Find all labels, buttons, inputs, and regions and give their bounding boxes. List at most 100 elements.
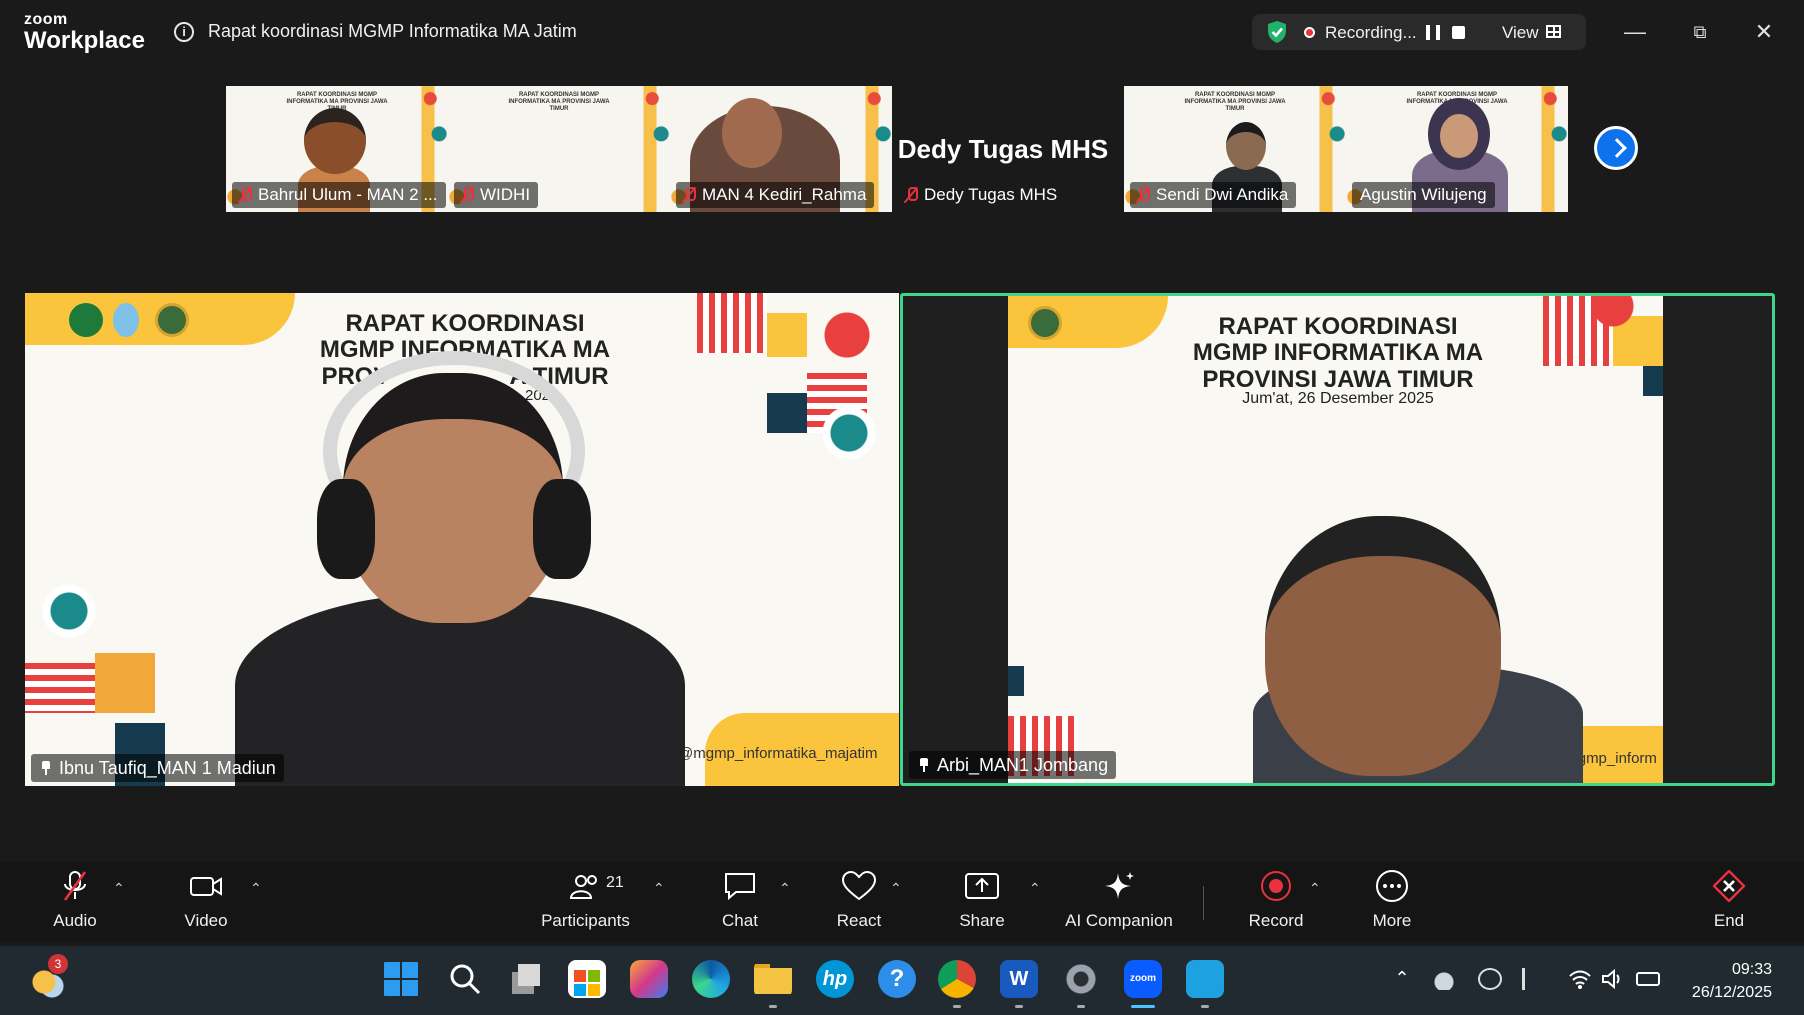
filmstrip-tile[interactable]: Dedy Tugas MHS Dedy Tugas MHS bbox=[892, 86, 1114, 212]
sync-icon[interactable] bbox=[1478, 968, 1502, 990]
participants-button[interactable]: 21 Participants bbox=[538, 870, 633, 931]
task-view-icon[interactable] bbox=[508, 960, 546, 998]
snipping-tool-icon[interactable] bbox=[1186, 960, 1224, 998]
minimize-icon[interactable]: — bbox=[1617, 14, 1653, 50]
meeting-info-icon[interactable]: i bbox=[174, 22, 194, 42]
hp-icon[interactable]: hp bbox=[816, 960, 854, 998]
muted-mic-icon bbox=[904, 186, 918, 204]
more-label: More bbox=[1372, 911, 1412, 930]
pin-icon bbox=[918, 758, 930, 772]
decorative-pattern bbox=[25, 553, 175, 786]
battery-icon[interactable] bbox=[1636, 972, 1660, 986]
avatar bbox=[304, 108, 366, 174]
edge-browser-icon[interactable] bbox=[692, 960, 730, 998]
muted-mic-icon bbox=[1136, 186, 1150, 204]
settings-gear-icon[interactable] bbox=[1062, 960, 1100, 998]
show-hidden-icons-chevron-icon[interactable]: ⌃ bbox=[1390, 968, 1414, 990]
participant-face bbox=[1440, 114, 1478, 158]
mgmp-logo-icon bbox=[1028, 306, 1062, 340]
audio-options-chevron-icon[interactable]: ⌃ bbox=[113, 880, 125, 897]
video-off-name: Dedy Tugas MHS bbox=[897, 134, 1109, 164]
filmstrip-tile[interactable]: RAPAT KOORDINASI MGMP INFORMATIKA MA PRO… bbox=[1124, 86, 1346, 212]
microphone-tray-icon[interactable] bbox=[1522, 968, 1546, 990]
chat-bubble-icon bbox=[725, 873, 755, 901]
chrome-icon[interactable] bbox=[938, 960, 976, 998]
restore-icon[interactable]: ⧉ bbox=[1682, 14, 1718, 50]
participant-name: Bahrul Ulum - MAN 2 ... bbox=[232, 182, 446, 208]
mgmp-logo-icon bbox=[155, 303, 189, 337]
zoom-meeting-window: zoom Workplace i Rapat koordinasi MGMP I… bbox=[0, 0, 1804, 1015]
title-bar: zoom Workplace i Rapat koordinasi MGMP I… bbox=[0, 0, 1804, 64]
record-button[interactable]: Record bbox=[1246, 870, 1306, 931]
word-icon[interactable]: W bbox=[1000, 960, 1038, 998]
muted-mic-icon bbox=[460, 186, 474, 204]
share-button[interactable]: Share bbox=[956, 870, 1008, 931]
react-options-chevron-icon[interactable]: ⌃ bbox=[890, 880, 902, 897]
file-explorer-icon[interactable] bbox=[754, 960, 792, 998]
system-clock[interactable]: 09:33 26/12/2025 bbox=[1692, 958, 1772, 1004]
more-button[interactable]: More bbox=[1366, 870, 1418, 931]
chat-options-chevron-icon[interactable]: ⌃ bbox=[779, 880, 791, 897]
encryption-shield-icon[interactable] bbox=[1266, 20, 1288, 44]
video-camera-icon bbox=[190, 877, 222, 896]
react-label: React bbox=[836, 911, 882, 930]
microsoft-store-icon[interactable] bbox=[568, 960, 606, 998]
muted-mic-icon bbox=[682, 186, 696, 204]
pin-icon bbox=[40, 761, 52, 775]
mini-slide-title: RAPAT KOORDINASI MGMP INFORMATIKA MA PRO… bbox=[1184, 92, 1286, 113]
recording-dot-icon bbox=[1304, 27, 1315, 38]
search-icon[interactable] bbox=[446, 960, 484, 998]
recording-panel: Recording... View bbox=[1252, 14, 1586, 50]
share-options-chevron-icon[interactable]: ⌃ bbox=[1029, 880, 1041, 897]
participant-name: Agustin Wilujeng bbox=[1352, 182, 1495, 208]
copilot-icon[interactable] bbox=[630, 960, 668, 998]
flame-logo-icon bbox=[113, 303, 139, 337]
decorative-pattern bbox=[1543, 296, 1663, 406]
participant-face bbox=[722, 98, 782, 168]
next-page-arrow-icon[interactable] bbox=[1594, 126, 1638, 170]
muted-mic-icon bbox=[238, 186, 252, 204]
close-icon[interactable]: ✕ bbox=[1746, 14, 1782, 50]
participant-name: WIDHI bbox=[454, 182, 539, 208]
view-grid-icon[interactable] bbox=[1546, 25, 1561, 38]
windows-taskbar: 3 hp ? W zoom ⌃ 09:33 26/12/2025 bbox=[0, 946, 1804, 1015]
stop-recording-icon[interactable] bbox=[1452, 26, 1465, 39]
muted-mic-icon bbox=[63, 871, 87, 901]
volume-icon[interactable] bbox=[1600, 968, 1624, 990]
chat-button[interactable]: Chat bbox=[714, 870, 766, 931]
share-label: Share bbox=[959, 911, 1005, 930]
zoom-app-icon[interactable]: zoom bbox=[1124, 960, 1162, 998]
participants-options-chevron-icon[interactable]: ⌃ bbox=[653, 880, 665, 897]
ai-companion-button[interactable]: AI Companion bbox=[1062, 870, 1176, 931]
participant-face bbox=[1226, 122, 1266, 170]
record-label: Record bbox=[1248, 911, 1304, 930]
view-button[interactable]: View bbox=[1502, 23, 1539, 43]
participant-name: Arbi_MAN1 Jombang bbox=[909, 751, 1117, 779]
video-tile-ibnu[interactable]: RAPAT KOORDINASI MGMP INFORMATIKA MA PRO… bbox=[25, 293, 899, 786]
video-tile-arbi[interactable]: RAPAT KOORDINASI MGMP INFORMATIKA MA PRO… bbox=[900, 293, 1775, 786]
audio-button[interactable]: Audio bbox=[44, 870, 106, 931]
onedrive-icon[interactable] bbox=[1432, 968, 1456, 990]
filmstrip-tile[interactable]: RAPAT KOORDINASI MGMP INFORMATIKA MA PRO… bbox=[226, 86, 448, 212]
filmstrip-tile[interactable]: RAPAT KOORDINASI MGMP INFORMATIKA MA PRO… bbox=[448, 86, 670, 212]
meeting-title: Rapat koordinasi MGMP Informatika MA Jat… bbox=[208, 21, 577, 41]
sparkle-icon bbox=[1105, 872, 1134, 899]
pause-recording-icon[interactable] bbox=[1426, 25, 1440, 40]
end-meeting-icon bbox=[1712, 869, 1746, 903]
end-button[interactable]: End bbox=[1708, 869, 1750, 931]
decorative-pattern bbox=[767, 293, 899, 513]
wifi-icon[interactable] bbox=[1568, 968, 1592, 990]
record-options-chevron-icon[interactable]: ⌃ bbox=[1309, 880, 1321, 897]
filmstrip-tile[interactable]: RAPAT KOORDINASI MGMP INFORMATIKA MA PRO… bbox=[1346, 86, 1568, 212]
end-label: End bbox=[1713, 911, 1745, 930]
react-button[interactable]: React bbox=[832, 870, 886, 931]
video-button[interactable]: Video bbox=[176, 870, 236, 931]
help-icon[interactable]: ? bbox=[878, 960, 916, 998]
kemenag-logo-icon bbox=[69, 303, 103, 337]
toolbar-divider bbox=[1203, 886, 1204, 920]
filmstrip-tile[interactable]: MAN 4 Kediri_Rahma bbox=[670, 86, 892, 212]
share-screen-icon bbox=[965, 873, 999, 899]
video-options-chevron-icon[interactable]: ⌃ bbox=[250, 880, 262, 897]
participant-name: Sendi Dwi Andika bbox=[1130, 182, 1297, 208]
windows-start-icon[interactable] bbox=[382, 960, 420, 998]
